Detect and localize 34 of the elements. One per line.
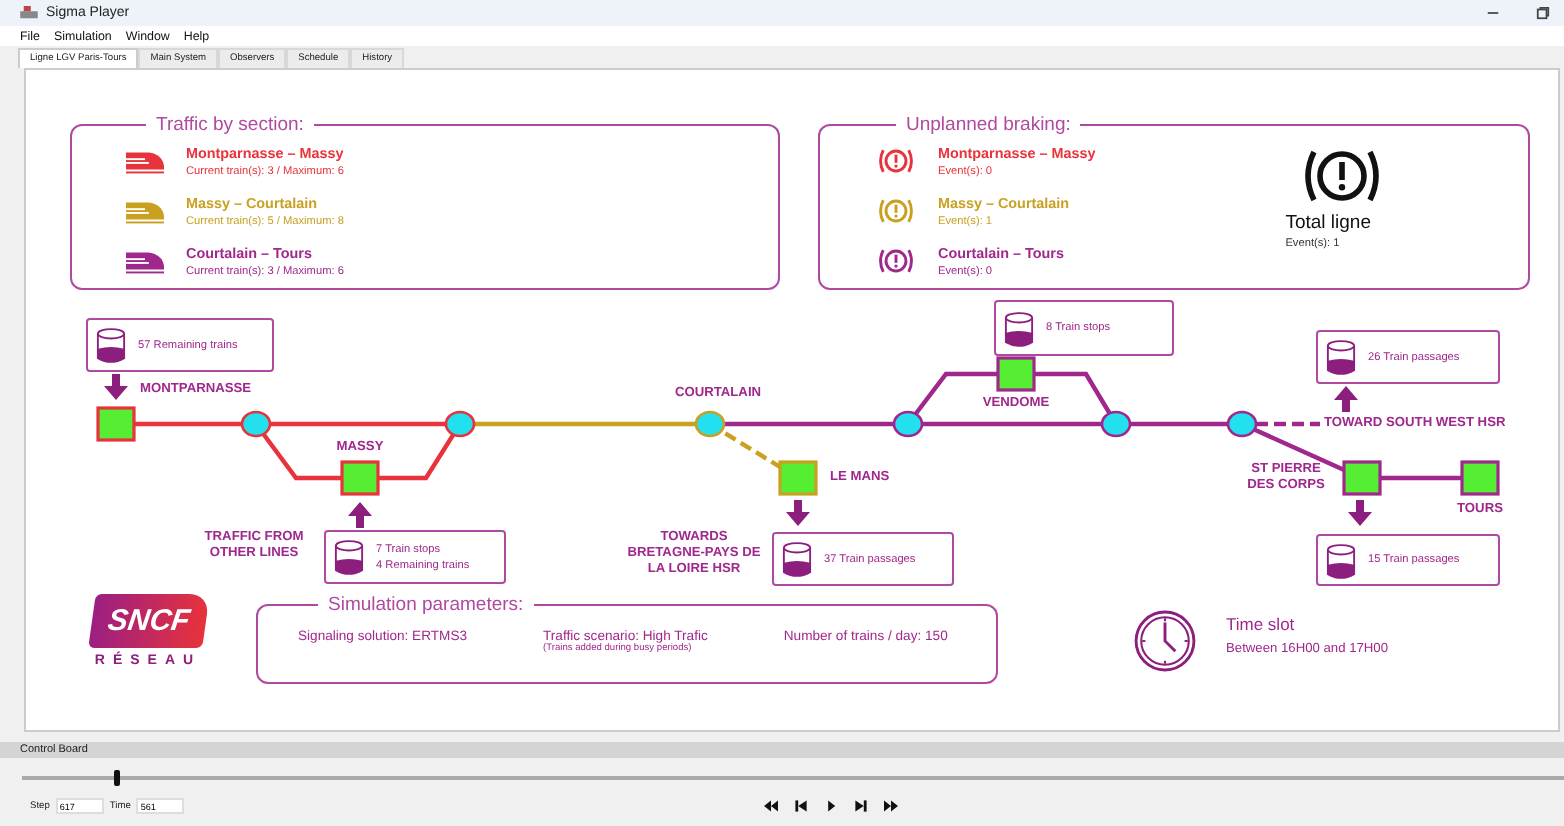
dashed-track [1256, 421, 1320, 427]
cylinder-icon [96, 326, 126, 364]
arrow-icon [1348, 500, 1372, 526]
junction-marker [1226, 410, 1258, 438]
junction-marker [1100, 410, 1132, 438]
app-icon [20, 6, 38, 20]
panel-title: Simulation parameters: [326, 594, 526, 616]
panel-title: Traffic by section: [154, 114, 306, 136]
clock-icon [1134, 610, 1196, 672]
logo-text: SNCF [87, 594, 209, 648]
timeline-slider[interactable] [22, 776, 1564, 780]
arrow-icon [104, 374, 128, 400]
minimize-icon [1486, 6, 1500, 20]
arrow-icon [348, 502, 372, 528]
total-label: Total ligne [1285, 212, 1371, 234]
rewind-button[interactable] [760, 800, 783, 812]
cylinder-icon [782, 540, 812, 578]
junction-marker [892, 410, 924, 438]
restore-icon [1536, 6, 1550, 20]
slider-thumb[interactable] [114, 770, 121, 786]
junction-marker [694, 410, 726, 438]
junction-marker [240, 410, 272, 438]
junction-marker [444, 410, 476, 438]
skip-back-button[interactable] [790, 800, 813, 812]
skip-forward-button[interactable] [850, 800, 873, 812]
cylinder-icon [1004, 309, 1034, 347]
cylinder-icon [1326, 338, 1356, 376]
arrow-icon [1334, 386, 1358, 412]
time-slot-title: Time slot [1226, 614, 1297, 634]
cylinder-icon [334, 538, 364, 576]
arrow-icon [786, 500, 810, 526]
panel-title: Unplanned braking: [904, 114, 1073, 136]
fast-forward-button[interactable] [880, 800, 903, 812]
cylinder-icon [1326, 541, 1356, 579]
